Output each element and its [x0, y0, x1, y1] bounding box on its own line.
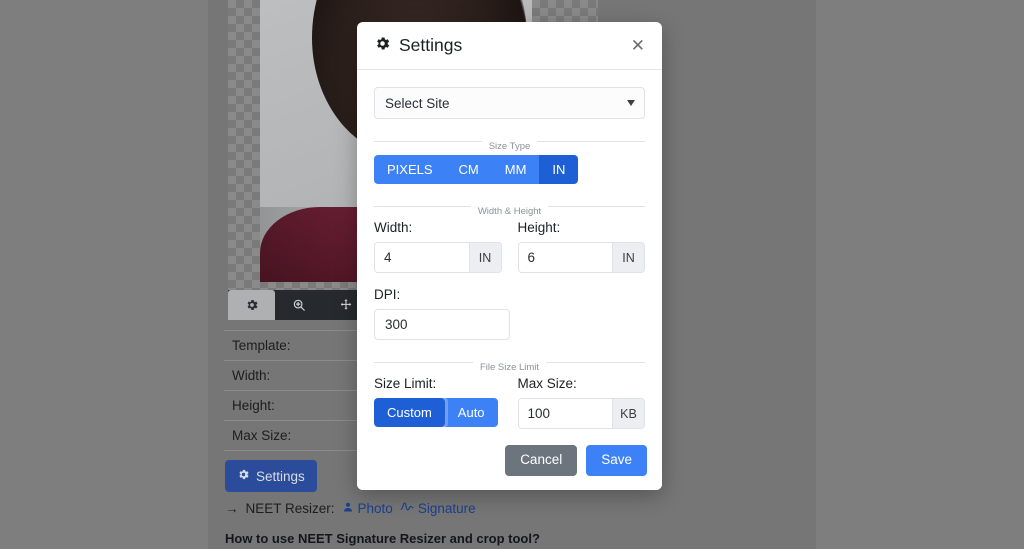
max-size-unit-addon: KB — [612, 399, 644, 428]
dpi-input[interactable] — [374, 309, 510, 340]
size-limit-option-auto[interactable]: Auto — [444, 398, 498, 427]
width-field-group: Width: IN — [374, 220, 502, 273]
height-input-group: IN — [517, 242, 645, 273]
gear-icon — [374, 35, 391, 57]
width-height-legend: Width & Height — [374, 201, 645, 217]
size-type-option-cm[interactable]: CM — [445, 155, 492, 184]
width-height-row: Width: IN Height: IN — [374, 220, 645, 273]
settings-dialog: Settings ✕ Select Site Size Type PIXELS … — [357, 22, 662, 490]
file-size-limit-row: Size Limit: Custom Auto Max Size: KB — [374, 376, 645, 429]
height-unit-addon: IN — [612, 243, 644, 272]
cancel-button[interactable]: Cancel — [505, 445, 578, 476]
dialog-body: Select Site Size Type PIXELS CM MM IN Wi… — [357, 70, 662, 435]
size-limit-segmented-control: Custom Auto — [374, 398, 498, 427]
width-unit-addon: IN — [468, 243, 501, 272]
size-type-option-pixels[interactable]: PIXELS — [374, 155, 446, 184]
file-size-limit-legend: File Size Limit — [374, 357, 645, 373]
size-type-legend-text: Size Type — [481, 141, 538, 152]
dpi-field-group: DPI: — [374, 287, 510, 340]
file-size-limit-legend-text: File Size Limit — [472, 362, 547, 373]
close-icon[interactable]: ✕ — [628, 33, 648, 58]
size-type-option-mm[interactable]: MM — [491, 155, 540, 184]
size-limit-option-custom[interactable]: Custom — [374, 398, 445, 427]
size-limit-label: Size Limit: — [374, 376, 437, 391]
dialog-title: Settings — [374, 35, 462, 57]
size-type-segmented-control: PIXELS CM MM IN — [374, 155, 579, 184]
dialog-footer: Cancel Save — [357, 435, 662, 490]
dialog-header: Settings ✕ — [357, 22, 662, 70]
height-field-group: Height: IN — [517, 220, 645, 273]
size-type-option-in[interactable]: IN — [539, 155, 579, 184]
width-label: Width: — [374, 220, 413, 235]
max-size-label: Max Size: — [517, 376, 577, 391]
width-input-group: IN — [374, 242, 502, 273]
app-screen: Template: Width: Height: Max Size: Setti… — [0, 0, 1024, 549]
site-select-wrapper: Select Site — [374, 87, 645, 119]
width-input[interactable] — [375, 243, 469, 272]
height-label: Height: — [517, 220, 561, 235]
size-limit-group: Size Limit: Custom Auto — [374, 376, 502, 429]
height-input[interactable] — [518, 243, 612, 272]
max-size-input-group: KB — [517, 398, 645, 429]
max-size-group: Max Size: KB — [517, 376, 645, 429]
width-height-legend-text: Width & Height — [470, 206, 549, 217]
save-button[interactable]: Save — [586, 445, 647, 476]
size-type-legend: Size Type — [374, 136, 645, 152]
dialog-title-text: Settings — [399, 35, 463, 55]
site-select[interactable]: Select Site — [374, 87, 645, 119]
dpi-label: DPI: — [374, 287, 401, 302]
max-size-input[interactable] — [518, 399, 612, 428]
